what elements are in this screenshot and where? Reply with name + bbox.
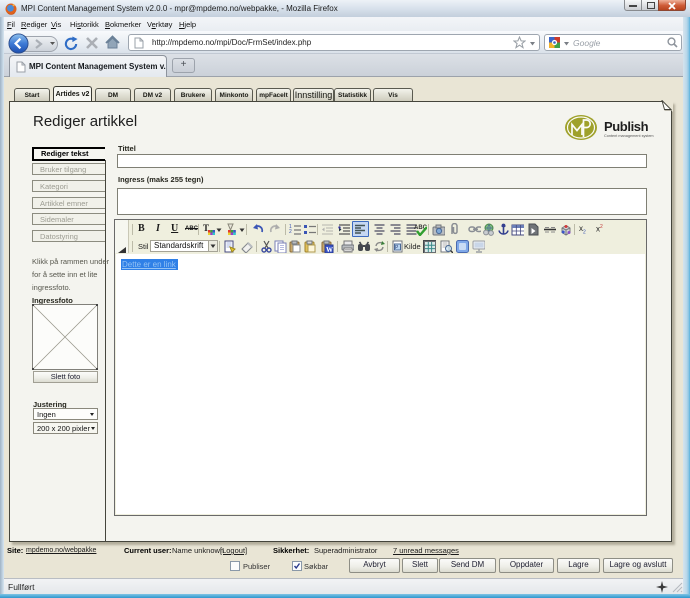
- svg-text:2: 2: [289, 229, 292, 235]
- svg-text:W: W: [326, 246, 333, 253]
